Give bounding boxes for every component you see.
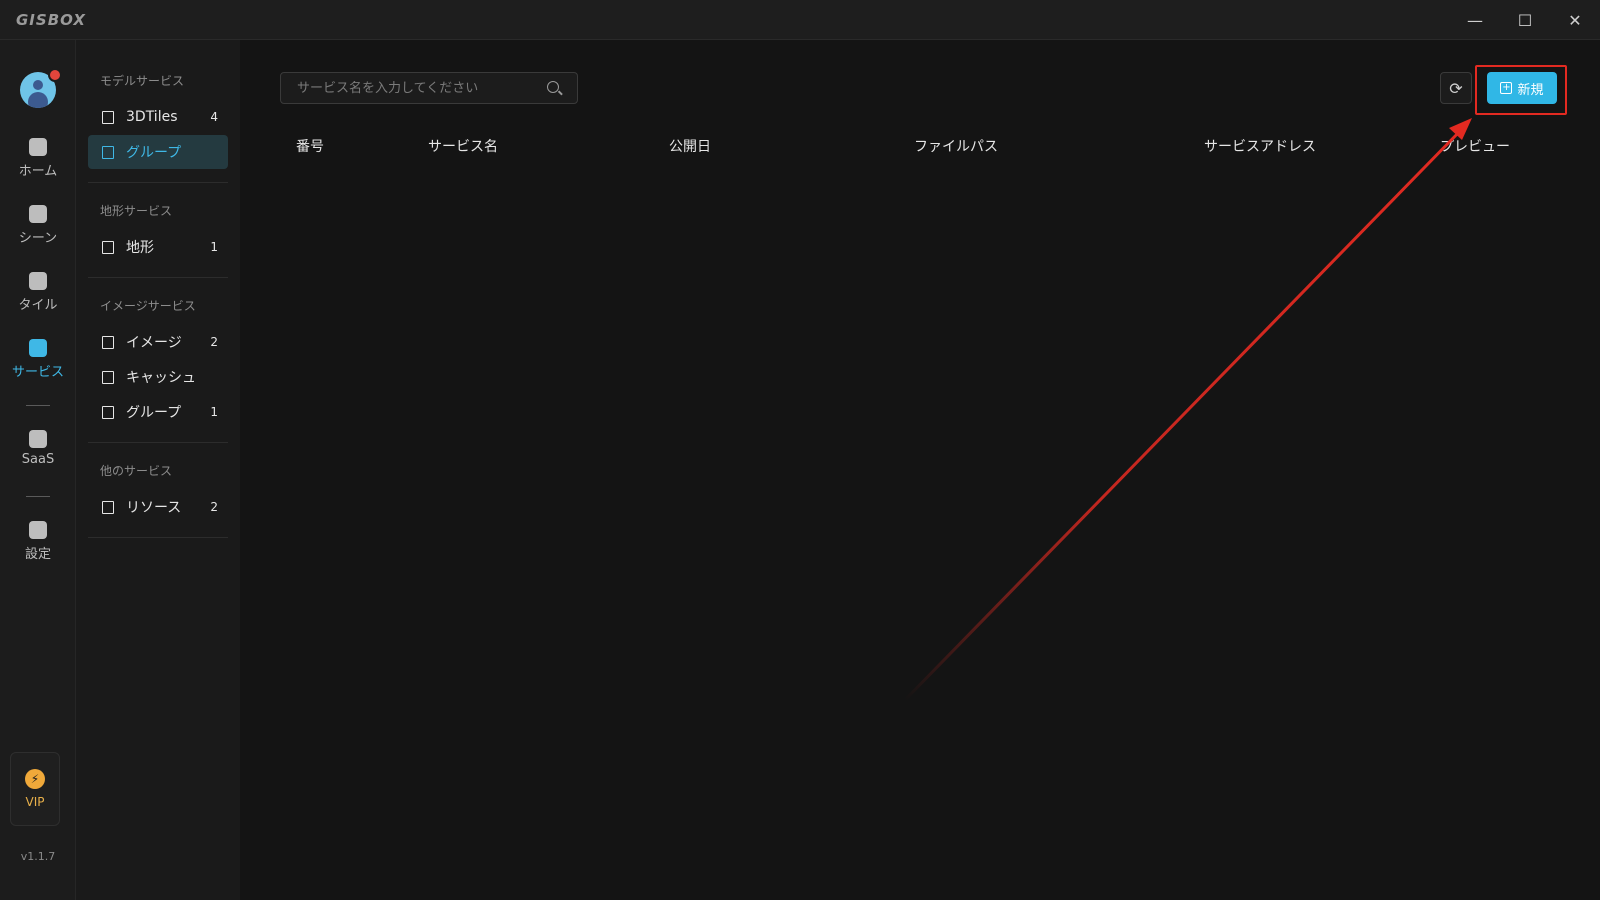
section-divider	[88, 442, 228, 443]
column-header-service-name[interactable]: サービス名	[428, 136, 498, 156]
section-divider	[88, 182, 228, 183]
rail-item-tile[interactable]: タイル	[0, 272, 76, 313]
avatar-head-shape	[33, 80, 43, 90]
sidebar-item-label: グループ	[126, 145, 182, 161]
vip-label: VIP	[25, 795, 45, 809]
sidebar-item-label: 地形	[126, 240, 154, 256]
refresh-button[interactable]: ⟳	[1440, 72, 1472, 104]
item-count: 1	[210, 240, 218, 254]
item-count: 2	[210, 500, 218, 514]
sidebar-item-label: グループ	[126, 405, 182, 421]
notification-badge-icon	[48, 68, 62, 82]
rail-item-label: シーン	[18, 231, 58, 246]
search-box	[280, 72, 578, 104]
rail-item-scene[interactable]: シーン	[0, 205, 76, 246]
rail-item-label: タイル	[18, 298, 58, 313]
terrain-icon	[102, 240, 114, 254]
gear-icon	[29, 521, 47, 539]
model-icon	[102, 110, 114, 124]
close-button[interactable]: ✕	[1550, 0, 1600, 40]
rail-item-label: SaaS	[21, 452, 55, 467]
sidebar-item-model-group[interactable]: グループ	[88, 135, 228, 169]
column-header-file-path[interactable]: ファイルパス	[914, 136, 998, 156]
rail-item-home[interactable]: ホーム	[0, 138, 76, 179]
sidebar-item-image[interactable]: イメージ 2	[88, 325, 228, 359]
rail-item-label: 設定	[24, 547, 51, 562]
maximize-button[interactable]: ☐	[1500, 0, 1550, 40]
section-title-terrain: 地形サービス	[100, 204, 173, 218]
item-count: 4	[210, 110, 218, 124]
sidebar-item-label: キャッシュ	[126, 370, 196, 386]
service-icon	[29, 339, 47, 357]
sidebar-item-terrain[interactable]: 地形 1	[88, 230, 228, 264]
lock-icon	[29, 430, 47, 448]
new-button-label: 新規	[1517, 82, 1544, 98]
vip-button[interactable]: ⚡ VIP	[10, 752, 60, 826]
resource-icon	[102, 500, 114, 514]
search-input[interactable]	[281, 80, 531, 96]
image-icon	[102, 335, 114, 349]
main-panel: ⟳ + 新規 番号 サービス名 公開日 ファイルパス サービスアドレス プレビュ…	[240, 40, 1600, 900]
rail-item-settings[interactable]: 設定	[0, 521, 76, 562]
column-header-service-address[interactable]: サービスアドレス	[1204, 136, 1316, 156]
model-group-icon	[102, 145, 114, 159]
add-icon: +	[1500, 82, 1513, 94]
sidebar-item-label: イメージ	[126, 335, 182, 351]
service-sidebar: モデルサービス 3DTiles 4 グループ 地形サービス 地形 1 イメージサ…	[76, 40, 240, 900]
sidebar-item-cache[interactable]: キャッシュ	[88, 360, 228, 394]
cube-icon	[29, 205, 47, 223]
minimize-button[interactable]: —	[1450, 0, 1500, 40]
item-count: 1	[210, 405, 218, 419]
refresh-icon: ⟳	[1449, 78, 1463, 98]
rail-divider	[26, 496, 50, 497]
rail-item-saas[interactable]: SaaS	[0, 430, 76, 467]
image-group-icon	[102, 405, 114, 419]
sidebar-item-label: リソース	[126, 500, 182, 516]
rail-divider	[26, 405, 50, 406]
search-icon[interactable]	[547, 81, 559, 93]
column-header-publish-date[interactable]: 公開日	[669, 136, 711, 156]
section-title-other: 他のサービス	[100, 464, 173, 478]
lightning-icon: ⚡	[25, 769, 45, 789]
section-title-image: イメージサービス	[100, 299, 196, 313]
item-count: 2	[210, 335, 218, 349]
tile-check-icon	[29, 272, 47, 290]
avatar-body-shape	[28, 92, 48, 108]
window-controls: — ☐ ✕	[1450, 0, 1600, 40]
rail-item-label: ホーム	[18, 164, 58, 179]
app-version: v1.1.7	[20, 850, 56, 863]
sidebar-item-3dtiles[interactable]: 3DTiles 4	[88, 100, 228, 134]
column-header-number[interactable]: 番号	[296, 136, 324, 156]
sidebar-item-resource[interactable]: リソース 2	[88, 490, 228, 524]
section-divider	[88, 537, 228, 538]
sidebar-item-image-group[interactable]: グループ 1	[88, 395, 228, 429]
table-header: 番号 サービス名 公開日 ファイルパス サービスアドレス プレビュー	[240, 136, 1600, 160]
title-bar: GISBOX — ☐ ✕	[0, 0, 1600, 40]
rail-item-service[interactable]: サービス	[0, 339, 76, 380]
section-title-model: モデルサービス	[100, 74, 185, 88]
app-logo: GISBOX	[16, 10, 86, 29]
sidebar-item-label: 3DTiles	[126, 109, 178, 125]
column-header-preview[interactable]: プレビュー	[1440, 136, 1510, 156]
home-icon	[29, 138, 47, 156]
cache-icon	[102, 370, 114, 384]
rail-item-label: サービス	[11, 365, 64, 380]
section-divider	[88, 277, 228, 278]
nav-rail: ホーム シーン タイル サービス SaaS 設定 ⚡ VIP v1.1.7	[0, 40, 76, 900]
new-button[interactable]: + 新規	[1487, 72, 1557, 104]
